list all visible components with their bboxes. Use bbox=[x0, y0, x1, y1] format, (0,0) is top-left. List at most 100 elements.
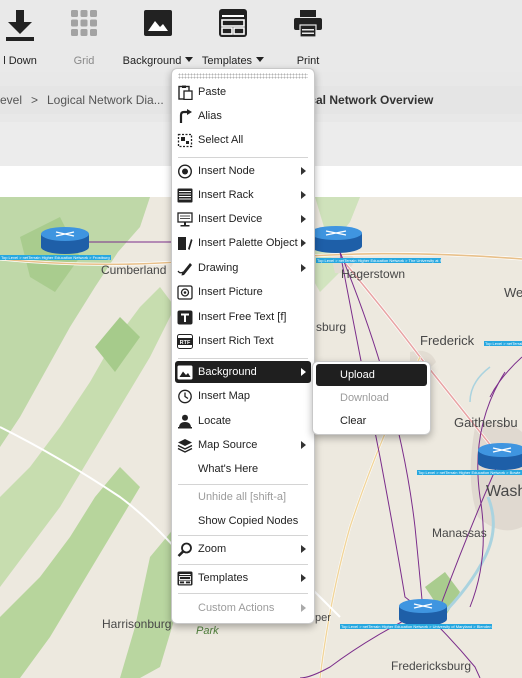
background-button[interactable]: Background bbox=[122, 0, 194, 72]
router-node[interactable] bbox=[478, 443, 522, 470]
chevron-right-icon bbox=[301, 215, 306, 223]
menu-item-label: Background bbox=[198, 366, 257, 378]
svg-text:RTF: RTF bbox=[180, 340, 191, 346]
map-place-fredericksburg: Fredericksburg bbox=[391, 659, 472, 673]
menu-item-insert-node[interactable]: Insert Node bbox=[175, 160, 311, 182]
templates-icon bbox=[219, 9, 247, 37]
menu-item-whats-here[interactable]: What's Here bbox=[175, 458, 311, 480]
map-place-park: Park bbox=[196, 625, 219, 637]
menu-item-label: Drawing bbox=[198, 262, 239, 274]
templates-button[interactable]: Templates bbox=[199, 0, 267, 72]
chevron-right-icon bbox=[301, 574, 306, 582]
chevron-right-icon bbox=[301, 441, 306, 449]
submenu-item-upload[interactable]: Upload bbox=[316, 364, 427, 386]
print-button[interactable]: Print bbox=[288, 0, 328, 72]
menu-item-label: Map Source bbox=[198, 439, 258, 451]
menu-item-background[interactable]: Background bbox=[175, 361, 311, 383]
toolbar-label-grid: Grid bbox=[73, 55, 95, 67]
breadcrumb-level-link[interactable]: evel bbox=[0, 93, 22, 107]
node-label: Top Level > netTerrain Higher Education … bbox=[417, 470, 522, 475]
menu-item-unhide-all[interactable]: Unhide all [shift-a] bbox=[175, 486, 311, 508]
menu-item-label: Alias bbox=[198, 110, 222, 122]
chevron-right-icon bbox=[301, 545, 306, 553]
image-icon bbox=[177, 365, 193, 380]
image-icon bbox=[144, 10, 172, 36]
clipboard-icon bbox=[178, 85, 193, 100]
menu-drag-handle[interactable] bbox=[178, 73, 308, 79]
node-label: Top Level > netTerrain Higher Education … bbox=[0, 255, 111, 260]
menu-separator bbox=[178, 564, 308, 565]
menu-item-label: Insert Map bbox=[198, 390, 250, 402]
drill-down-button[interactable]: l Down bbox=[0, 0, 50, 72]
menu-item-select-all[interactable]: Select All bbox=[175, 129, 311, 151]
menu-item-custom-actions[interactable]: Custom Actions bbox=[175, 597, 311, 619]
menu-item-insert-device[interactable]: Insert Device bbox=[175, 208, 311, 230]
menu-item-paste[interactable]: Paste bbox=[175, 81, 311, 103]
menu-item-insert-rich-text[interactable]: RTF Insert Rich Text bbox=[175, 330, 311, 352]
menu-item-insert-rack[interactable]: Insert Rack bbox=[175, 184, 311, 206]
menu-item-label: What's Here bbox=[198, 463, 259, 475]
download-icon bbox=[6, 10, 34, 41]
locate-icon bbox=[178, 414, 192, 429]
menu-separator bbox=[178, 358, 308, 359]
background-submenu: Upload Download Clear bbox=[312, 361, 431, 435]
breadcrumb-current-link[interactable]: Logical Network Dia... bbox=[47, 93, 164, 107]
menu-item-insert-palette-object[interactable]: Insert Palette Object bbox=[175, 232, 311, 254]
map-place-partial: sburg bbox=[316, 320, 347, 334]
chevron-right-icon bbox=[301, 239, 306, 247]
toolbar: l Down Grid Background Templates Print bbox=[0, 0, 522, 72]
chevron-right-icon bbox=[301, 191, 306, 199]
menu-item-insert-map[interactable]: Insert Map bbox=[175, 385, 311, 407]
toolbar-label-print: Print bbox=[296, 55, 320, 67]
menu-item-label: Custom Actions bbox=[198, 602, 275, 614]
toolbar-label-drill-down: l Down bbox=[3, 55, 37, 67]
toolbar-label-background: Background bbox=[122, 55, 194, 67]
menu-separator bbox=[178, 535, 308, 536]
router-node[interactable] bbox=[310, 226, 362, 253]
menu-item-alias[interactable]: Alias bbox=[175, 105, 311, 127]
submenu-item-label: Clear bbox=[340, 415, 367, 427]
menu-item-templates[interactable]: Templates bbox=[175, 567, 311, 589]
chevron-right-icon bbox=[301, 604, 306, 612]
map-place-manassas: Manassas bbox=[432, 526, 487, 540]
map-place-cumberland: Cumberland bbox=[101, 263, 167, 277]
chevron-right-icon bbox=[301, 167, 306, 175]
menu-item-locate[interactable]: Locate bbox=[175, 410, 311, 432]
menu-item-zoom[interactable]: Zoom bbox=[175, 538, 311, 560]
menu-item-label: Insert Rich Text bbox=[198, 335, 274, 347]
menu-item-label: Paste bbox=[198, 86, 227, 98]
menu-item-label: Unhide all [shift-a] bbox=[198, 491, 287, 503]
grid-icon bbox=[71, 10, 97, 36]
alias-arrow-icon bbox=[179, 109, 192, 123]
menu-item-map-source[interactable]: Map Source bbox=[175, 434, 311, 456]
submenu-item-label: Upload bbox=[340, 369, 375, 381]
rich-text-icon: RTF bbox=[177, 334, 193, 349]
map-clock-icon bbox=[178, 389, 192, 404]
templates-icon bbox=[177, 571, 193, 586]
rack-icon bbox=[177, 188, 193, 203]
router-node[interactable] bbox=[41, 227, 89, 254]
node-icon bbox=[177, 164, 193, 179]
submenu-item-download[interactable]: Download bbox=[316, 387, 427, 409]
menu-separator bbox=[178, 593, 308, 594]
router-node[interactable] bbox=[399, 599, 447, 626]
menu-item-insert-picture[interactable]: Insert Picture bbox=[175, 281, 311, 303]
printer-icon bbox=[294, 10, 322, 38]
menu-item-insert-free-text[interactable]: Insert Free Text [f] bbox=[175, 306, 311, 328]
chevron-down-icon bbox=[256, 57, 265, 62]
menu-item-label: Insert Free Text [f] bbox=[198, 311, 287, 323]
toolbar-label-templates: Templates bbox=[199, 55, 267, 67]
menu-item-drawing[interactable]: Drawing bbox=[175, 257, 311, 279]
pencil-icon bbox=[177, 263, 192, 276]
menu-item-show-copied-nodes[interactable]: Show Copied Nodes bbox=[175, 510, 311, 532]
chevron-down-icon bbox=[185, 57, 194, 62]
palette-object-icon bbox=[178, 237, 193, 250]
node-label: Top Level > netTerrain Higher Education … bbox=[484, 341, 522, 346]
map-place-gaithersburg: Gaithersbu bbox=[454, 415, 518, 430]
menu-item-label: Insert Palette Object bbox=[198, 237, 298, 249]
menu-item-label: Locate bbox=[198, 415, 232, 427]
menu-item-label: Zoom bbox=[198, 543, 227, 555]
submenu-item-clear[interactable]: Clear bbox=[316, 410, 427, 432]
grid-button[interactable]: Grid bbox=[64, 0, 104, 72]
map-place-culpeper: per bbox=[315, 612, 331, 624]
